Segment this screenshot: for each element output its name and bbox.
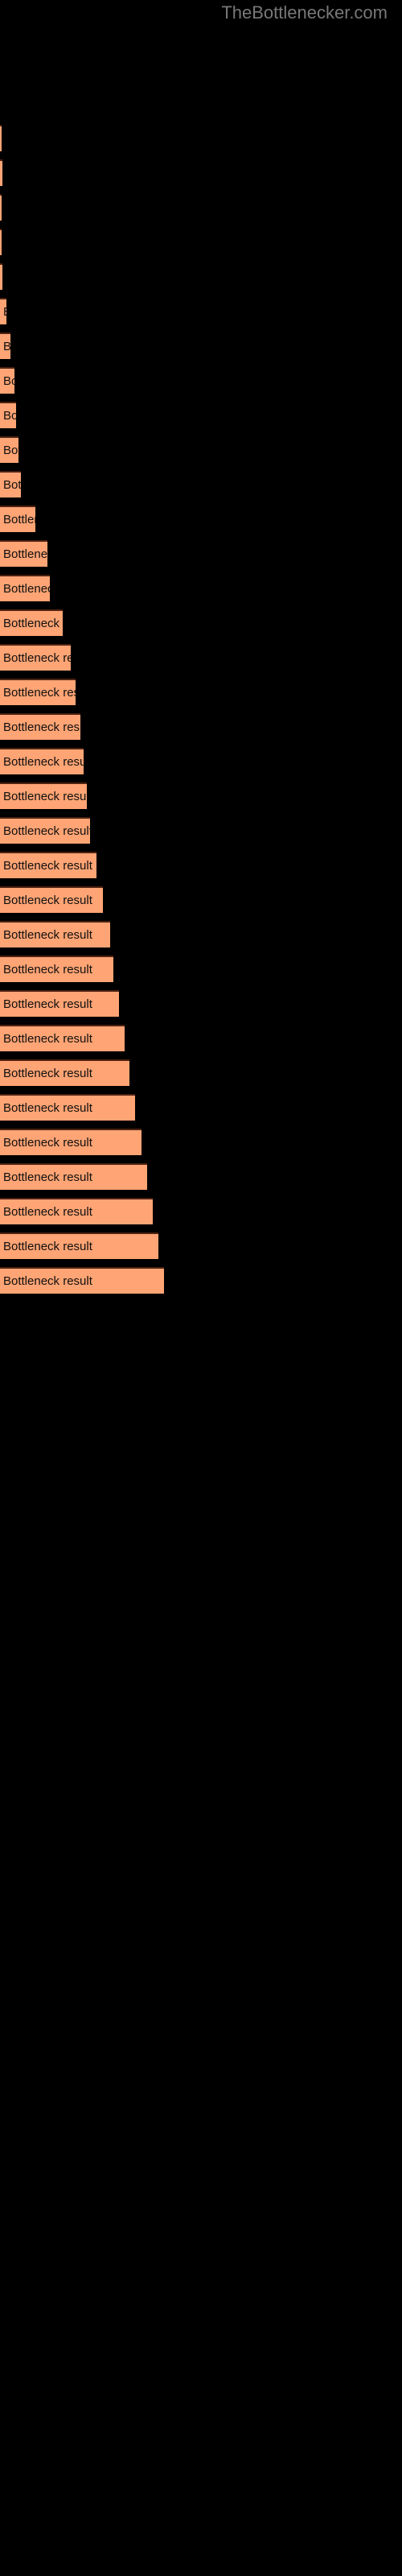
bar-value-label: Bottleneck result	[3, 512, 35, 526]
bar-value-label: Bottleneck result	[3, 1274, 92, 1288]
bar[interactable]: Bottleneck result	[0, 713, 80, 740]
bar[interactable]: Bottleneck result	[0, 886, 103, 913]
bar[interactable]: Bottleneck result	[0, 990, 119, 1017]
bar-value-label: Bottleneck result	[3, 477, 21, 492]
bar-value-label: Bottleneck result	[3, 581, 50, 596]
bar[interactable]: Bottleneck result	[0, 506, 35, 532]
bar[interactable]: Bottleneck result	[0, 644, 71, 671]
bar[interactable]: Bottleneck result	[0, 332, 10, 359]
bar[interactable]: Bottleneck result	[0, 1163, 147, 1190]
bar[interactable]: Bottleneck result	[0, 540, 47, 567]
bar-value-label: Bottleneck result	[3, 685, 76, 700]
bar[interactable]: Bottleneck result	[0, 471, 21, 497]
bar-value-label: Bottleneck result	[3, 1031, 92, 1046]
bar[interactable]: Bottleneck result	[0, 1025, 125, 1051]
bar[interactable]: Bottleneck result	[0, 402, 16, 428]
bar[interactable]: Bottleneck result	[0, 575, 50, 601]
bar[interactable]: Bottleneck result	[0, 298, 6, 324]
bar[interactable]: Bottleneck result	[0, 748, 84, 774]
bar[interactable]: Bottleneck result	[0, 1129, 142, 1155]
bar[interactable]: Bottleneck result	[0, 956, 113, 982]
bar-value-label: Bottleneck result	[3, 927, 92, 942]
bar-value-label: Bottleneck result	[3, 754, 84, 769]
bar[interactable]: Bottleneck result	[0, 817, 90, 844]
bar-value-label: Bottleneck result	[3, 997, 92, 1011]
bar-value-label: Bottleneck result	[3, 650, 71, 665]
bar[interactable]: Bottleneck result	[0, 679, 76, 705]
bar[interactable]: Bottleneck result	[0, 229, 2, 255]
bar-value-label: Bottleneck result	[3, 1170, 92, 1184]
bar[interactable]: Bottleneck result	[0, 1267, 164, 1294]
bar-value-label: Bottleneck result	[3, 1100, 92, 1115]
horizontal-bar-chart: Bottleneck result Bottleneck result Bottle…	[0, 0, 402, 2576]
bar-value-label: Bottleneck result	[3, 374, 14, 388]
bar-value-label: Bottleneck result	[3, 616, 63, 630]
bar-value-label: Bottleneck result	[3, 824, 90, 838]
bar[interactable]: Bottleneck result	[0, 367, 14, 394]
bar-value-label: Bottleneck result	[3, 1239, 92, 1253]
bar-value-label: Bottleneck result	[3, 443, 18, 457]
bar-value-label: Bottleneck result	[3, 408, 16, 423]
bar[interactable]: Bottleneck result	[0, 194, 2, 221]
bar[interactable]: Bottleneck result	[0, 782, 87, 809]
bar-value-label: Bottleneck result	[3, 789, 87, 803]
bar[interactable]: Bottleneck result	[0, 852, 96, 878]
bar[interactable]: Bottleneck result	[0, 1094, 135, 1121]
bar[interactable]: Bottleneck result	[0, 921, 110, 947]
bar-value-label: Bottleneck result	[3, 893, 92, 907]
bar[interactable]: Bottleneck result	[0, 263, 2, 290]
bar[interactable]: Bottleneck result	[0, 159, 2, 186]
bar-value-label: Bottleneck result	[3, 547, 47, 561]
bar[interactable]: Bottleneck result	[0, 1059, 129, 1086]
bar-value-label: Bottleneck result	[3, 962, 92, 976]
bar-value-label: Bottleneck result	[3, 858, 92, 873]
bar[interactable]: Bottleneck result	[0, 1232, 158, 1259]
bar[interactable]: Bottleneck result	[0, 1198, 153, 1224]
bar[interactable]: Bottleneck result	[0, 436, 18, 463]
bar[interactable]: Bottleneck result	[0, 125, 2, 151]
bar-value-label: Bottleneck result	[3, 1204, 92, 1219]
bar-value-label: Bottleneck result	[3, 720, 80, 734]
bar-value-label: Bottleneck result	[3, 305, 6, 320]
bar[interactable]: Bottleneck result	[0, 609, 63, 636]
bar-value-label: Bottleneck result	[3, 340, 10, 354]
bar-value-label: Bottleneck result	[3, 1135, 92, 1150]
bar-value-label: Bottleneck result	[3, 1066, 92, 1080]
